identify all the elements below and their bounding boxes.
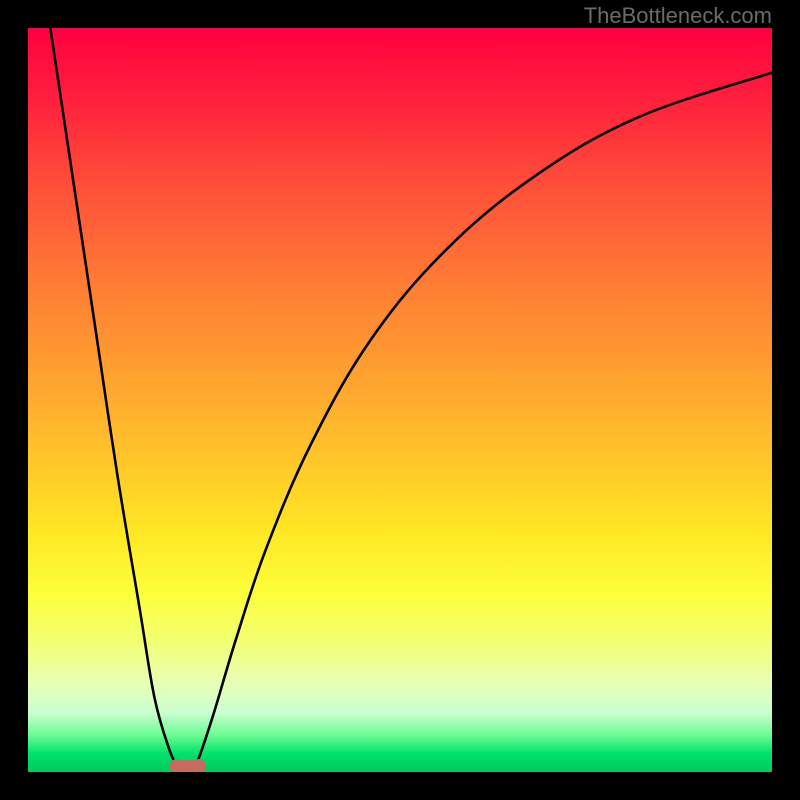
watermark-text: TheBottleneck.com — [584, 3, 772, 29]
bottleneck-chart — [28, 28, 772, 772]
curve-right-branch — [192, 73, 772, 772]
chart-frame: TheBottleneck.com — [0, 0, 800, 800]
curve-left-branch — [50, 28, 180, 772]
min-left-marker — [170, 759, 184, 772]
bottleneck-curve — [28, 28, 772, 772]
min-right-marker — [192, 759, 206, 772]
